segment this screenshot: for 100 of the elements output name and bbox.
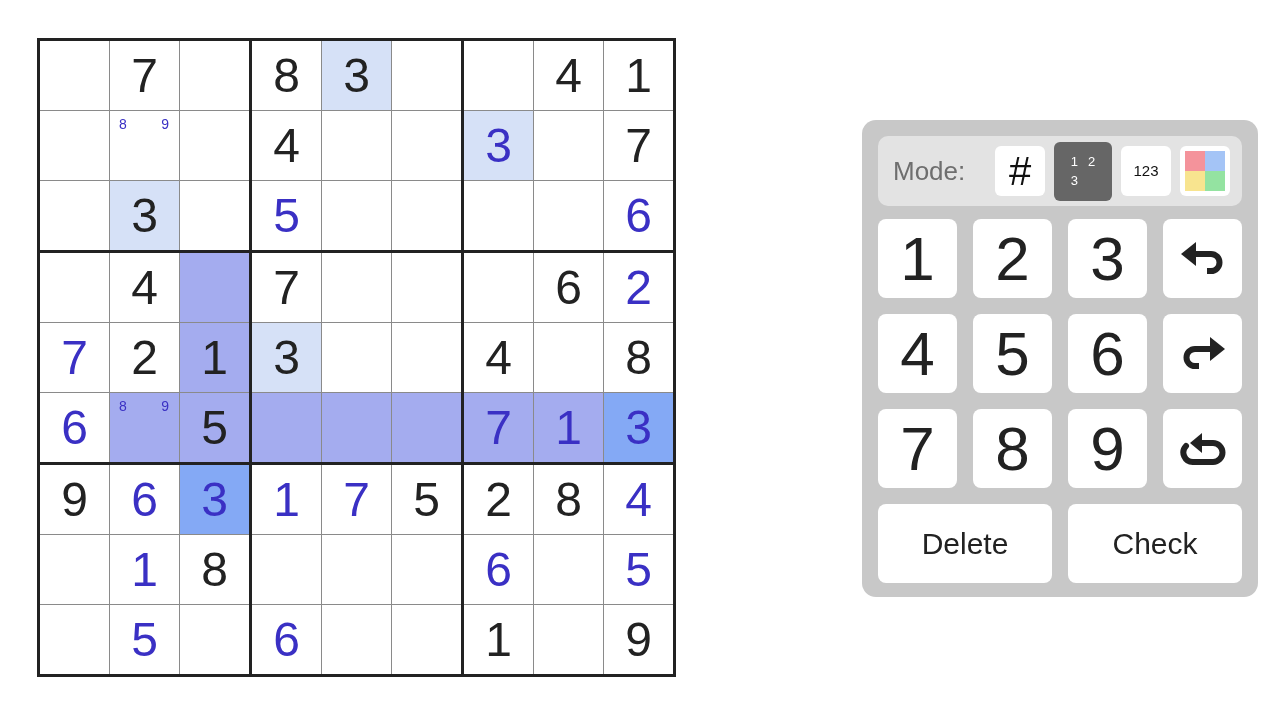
sudoku-cell[interactable]: 7 xyxy=(110,41,179,110)
sudoku-cell[interactable]: 5 xyxy=(392,465,461,534)
sudoku-cell[interactable] xyxy=(392,111,461,180)
sudoku-cell[interactable]: 3 xyxy=(604,393,673,462)
sudoku-cell[interactable] xyxy=(534,535,603,604)
digit-key[interactable]: 1 xyxy=(878,219,957,298)
sudoku-cell[interactable]: 3 xyxy=(252,323,321,392)
sudoku-cell[interactable]: 8 9 xyxy=(110,393,179,462)
sudoku-cell[interactable]: 2 xyxy=(604,253,673,322)
digit-key[interactable]: 2 xyxy=(973,219,1052,298)
sudoku-cell[interactable] xyxy=(180,181,249,250)
sudoku-cell[interactable] xyxy=(180,111,249,180)
sudoku-cell[interactable]: 8 xyxy=(534,465,603,534)
sudoku-cell[interactable] xyxy=(392,393,461,462)
sudoku-cell[interactable] xyxy=(392,605,461,674)
sudoku-cell[interactable]: 3 xyxy=(180,465,249,534)
sudoku-cell[interactable] xyxy=(322,111,391,180)
sudoku-cell[interactable] xyxy=(180,253,249,322)
sudoku-cell[interactable]: 5 xyxy=(180,393,249,462)
undo-button[interactable] xyxy=(1163,219,1242,298)
sudoku-cell[interactable] xyxy=(392,535,461,604)
sudoku-cell[interactable] xyxy=(534,323,603,392)
sudoku-cell[interactable]: 7 xyxy=(322,465,391,534)
color-mode-button[interactable] xyxy=(1180,146,1230,196)
sudoku-cell[interactable]: 1 xyxy=(464,605,533,674)
digit-key[interactable]: 8 xyxy=(973,409,1052,488)
sudoku-cell[interactable]: 3 xyxy=(464,111,533,180)
sudoku-cell[interactable]: 2 xyxy=(464,465,533,534)
digit-mode-button[interactable]: # xyxy=(995,146,1045,196)
sudoku-cell[interactable]: 6 xyxy=(534,253,603,322)
sudoku-cell[interactable] xyxy=(40,535,109,604)
sudoku-cell[interactable] xyxy=(392,181,461,250)
digit-key[interactable]: 6 xyxy=(1068,314,1147,393)
sudoku-cell[interactable] xyxy=(464,253,533,322)
action-button[interactable]: Delete xyxy=(878,504,1052,583)
sudoku-cell[interactable] xyxy=(322,323,391,392)
sudoku-cell[interactable]: 6 xyxy=(464,535,533,604)
redo-button[interactable] xyxy=(1163,314,1242,393)
sudoku-cell[interactable]: 9 xyxy=(40,465,109,534)
digit-key[interactable]: 3 xyxy=(1068,219,1147,298)
action-button[interactable]: Check xyxy=(1068,504,1242,583)
sudoku-cell[interactable]: 3 xyxy=(322,41,391,110)
digit-key[interactable]: 9 xyxy=(1068,409,1147,488)
corner-mode-button[interactable]: 1 2 3 xyxy=(1054,141,1112,201)
sudoku-cell[interactable]: 1 xyxy=(252,465,321,534)
sudoku-cell[interactable] xyxy=(534,181,603,250)
sudoku-cell[interactable] xyxy=(322,535,391,604)
sudoku-cell[interactable] xyxy=(534,111,603,180)
sudoku-cell[interactable] xyxy=(252,535,321,604)
sudoku-cell[interactable]: 7 xyxy=(464,393,533,462)
sudoku-cell[interactable] xyxy=(40,111,109,180)
sudoku-cell[interactable]: 1 xyxy=(180,323,249,392)
sudoku-cell[interactable]: 7 xyxy=(604,111,673,180)
sudoku-cell[interactable] xyxy=(180,605,249,674)
sudoku-cell[interactable]: 6 xyxy=(252,605,321,674)
sudoku-cell[interactable]: 1 xyxy=(110,535,179,604)
sudoku-cell[interactable]: 5 xyxy=(110,605,179,674)
sudoku-cell[interactable] xyxy=(322,253,391,322)
sudoku-cell[interactable]: 5 xyxy=(604,535,673,604)
sudoku-cell[interactable]: 7 xyxy=(40,323,109,392)
sudoku-cell[interactable] xyxy=(180,41,249,110)
digit-key[interactable]: 4 xyxy=(878,314,957,393)
sudoku-cell[interactable]: 3 xyxy=(110,181,179,250)
sudoku-cell[interactable] xyxy=(392,41,461,110)
sudoku-cell[interactable] xyxy=(322,605,391,674)
sudoku-cell[interactable] xyxy=(534,605,603,674)
sudoku-cell[interactable] xyxy=(322,181,391,250)
sudoku-cell[interactable] xyxy=(40,253,109,322)
digit-key[interactable]: 7 xyxy=(878,409,957,488)
digit-key[interactable]: 5 xyxy=(973,314,1052,393)
sudoku-cell[interactable] xyxy=(392,253,461,322)
sudoku-cell[interactable]: 4 xyxy=(534,41,603,110)
sudoku-cell[interactable]: 2 xyxy=(110,323,179,392)
sudoku-cell[interactable]: 5 xyxy=(252,181,321,250)
sudoku-cell[interactable] xyxy=(252,393,321,462)
sudoku-cell[interactable]: 6 xyxy=(604,181,673,250)
sudoku-cell[interactable] xyxy=(464,181,533,250)
sudoku-cell[interactable]: 9 xyxy=(604,605,673,674)
sudoku-cell[interactable]: 1 xyxy=(604,41,673,110)
sudoku-cell[interactable] xyxy=(464,41,533,110)
sudoku-cell[interactable]: 1 xyxy=(534,393,603,462)
sudoku-cell[interactable]: 6 xyxy=(40,393,109,462)
sudoku-cell[interactable] xyxy=(40,605,109,674)
sudoku-cell[interactable]: 4 xyxy=(464,323,533,392)
sudoku-cell[interactable] xyxy=(322,393,391,462)
sudoku-cell[interactable] xyxy=(40,181,109,250)
sudoku-cell[interactable]: 7 xyxy=(252,253,321,322)
sudoku-cell[interactable]: 4 xyxy=(110,253,179,322)
sudoku-cell[interactable]: 8 xyxy=(604,323,673,392)
sudoku-cell[interactable] xyxy=(40,41,109,110)
center-mode-button[interactable]: 123 xyxy=(1121,146,1171,196)
sudoku-cell[interactable]: 8 xyxy=(252,41,321,110)
restart-button[interactable] xyxy=(1163,409,1242,488)
sudoku-cell[interactable]: 6 xyxy=(110,465,179,534)
sudoku-cell[interactable]: 4 xyxy=(604,465,673,534)
sudoku-cell[interactable]: 8 9 xyxy=(110,111,179,180)
sudoku-cell[interactable]: 8 xyxy=(180,535,249,604)
sudoku-cell[interactable] xyxy=(392,323,461,392)
sudoku-cell[interactable]: 4 xyxy=(252,111,321,180)
undo-icon xyxy=(1180,241,1225,276)
